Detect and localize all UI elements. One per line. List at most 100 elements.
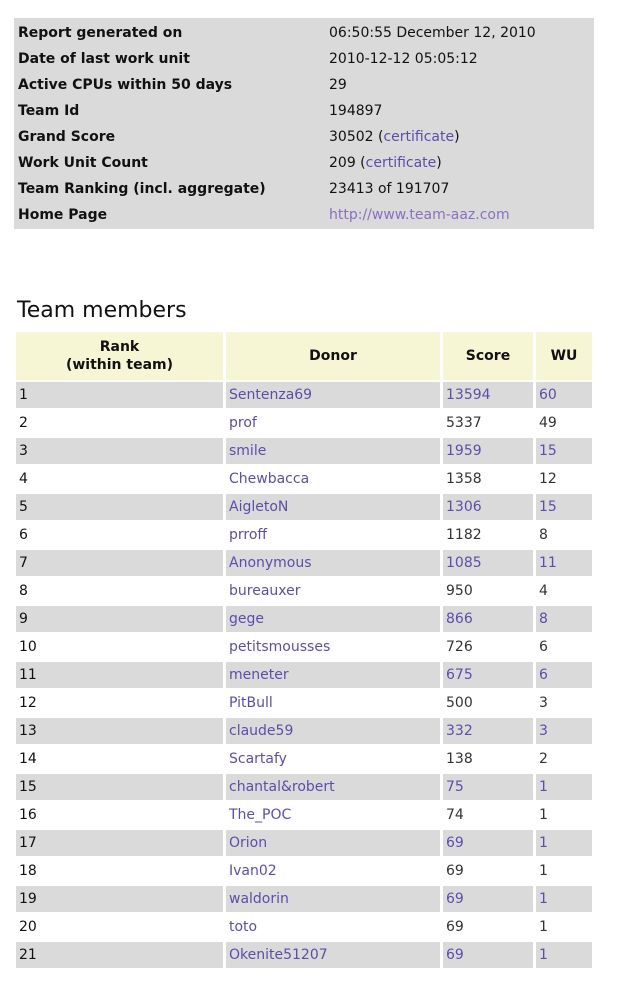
score-cell: 1358 [443, 466, 533, 492]
score-cell: 332 [443, 718, 533, 744]
donor-link[interactable]: prroff [226, 522, 440, 548]
summary-label: Report generated on [18, 25, 183, 41]
score-cell: 69 [443, 858, 533, 884]
donor-link[interactable]: petitsmousses [226, 634, 440, 660]
rank-cell: 9 [16, 606, 223, 632]
table-row: 21 Okenite51207 69 1 [16, 942, 592, 968]
score-cell: 726 [443, 634, 533, 660]
donor-link[interactable]: Okenite51207 [226, 942, 440, 968]
donor-link[interactable]: Chewbacca [226, 466, 440, 492]
header-wu: WU [536, 332, 592, 380]
donor-link[interactable]: The_POC [226, 802, 440, 828]
donor-link[interactable]: PitBull [226, 690, 440, 716]
wu-cell: 8 [536, 522, 592, 548]
score-cell: 69 [443, 914, 533, 940]
donor-link[interactable]: prof [226, 410, 440, 436]
summary-row-last-work-unit: Date of last work unit 2010-12-12 05:05:… [14, 46, 594, 72]
work-unit-certificate-link[interactable]: certificate [366, 155, 437, 171]
score-cell: 675 [443, 662, 533, 688]
table-row: 14 Scartafy 138 2 [16, 746, 592, 772]
score-cell: 1085 [443, 550, 533, 576]
rank-cell: 12 [16, 690, 223, 716]
donor-link[interactable]: toto [226, 914, 440, 940]
donor-link[interactable]: Anonymous [226, 550, 440, 576]
score-cell: 69 [443, 886, 533, 912]
home-page-link[interactable]: http://www.team-aaz.com [329, 207, 510, 223]
wu-cell: 1 [536, 802, 592, 828]
summary-label: Date of last work unit [18, 51, 190, 67]
score-cell: 500 [443, 690, 533, 716]
summary-label: Team Id [18, 103, 80, 119]
table-row: 6 prroff 1182 8 [16, 522, 592, 548]
wu-cell: 1 [536, 774, 592, 800]
wu-cell: 15 [536, 494, 592, 520]
summary-row-report-generated: Report generated on 06:50:55 December 12… [14, 20, 594, 46]
score-cell: 75 [443, 774, 533, 800]
wu-cell: 6 [536, 662, 592, 688]
rank-cell: 13 [16, 718, 223, 744]
wu-cell: 2 [536, 746, 592, 772]
rank-cell: 19 [16, 886, 223, 912]
table-row: 12 PitBull 500 3 [16, 690, 592, 716]
rank-cell: 15 [16, 774, 223, 800]
rank-cell: 14 [16, 746, 223, 772]
donor-link[interactable]: AigletoN [226, 494, 440, 520]
wu-cell: 1 [536, 830, 592, 856]
grand-score-certificate-link[interactable]: certificate [383, 129, 454, 145]
donor-link[interactable]: bureauxer [226, 578, 440, 604]
donor-link[interactable]: claude59 [226, 718, 440, 744]
rank-cell: 7 [16, 550, 223, 576]
summary-label: Work Unit Count [18, 155, 148, 171]
donor-link[interactable]: smile [226, 438, 440, 464]
summary-value: 06:50:55 December 12, 2010 [329, 25, 536, 41]
wu-cell: 4 [536, 578, 592, 604]
donor-link[interactable]: Ivan02 [226, 858, 440, 884]
donor-link[interactable]: chantal&robert [226, 774, 440, 800]
summary-value: 23413 of 191707 [329, 181, 450, 197]
header-rank: Rank (within team) [16, 332, 223, 380]
summary-row-team-id: Team Id 194897 [14, 98, 594, 124]
summary-value: 30502 (certificate) [329, 129, 460, 145]
header-score: Score [443, 332, 533, 380]
donor-link[interactable]: Orion [226, 830, 440, 856]
wu-cell: 3 [536, 718, 592, 744]
table-row: 18 Ivan02 69 1 [16, 858, 592, 884]
table-row: 2 prof 5337 49 [16, 410, 592, 436]
summary-row-home-page: Home Page http://www.team-aaz.com [14, 202, 594, 228]
grand-score-value: 30502 ( [329, 129, 384, 145]
wu-cell: 8 [536, 606, 592, 632]
donor-link[interactable]: meneter [226, 662, 440, 688]
paren-close: ) [454, 129, 460, 145]
wu-cell: 49 [536, 410, 592, 436]
rank-cell: 10 [16, 634, 223, 660]
summary-row-work-unit-count: Work Unit Count 209 (certificate) [14, 150, 594, 176]
summary-value: 2010-12-12 05:05:12 [329, 51, 478, 67]
summary-value: 194897 [329, 103, 383, 119]
wu-cell: 1 [536, 858, 592, 884]
table-row: 16 The_POC 74 1 [16, 802, 592, 828]
rank-cell: 8 [16, 578, 223, 604]
table-row: 10 petitsmousses 726 6 [16, 634, 592, 660]
table-row: 7 Anonymous 1085 11 [16, 550, 592, 576]
table-row: 19 waldorin 69 1 [16, 886, 592, 912]
rank-cell: 20 [16, 914, 223, 940]
rank-cell: 17 [16, 830, 223, 856]
table-row: 4 Chewbacca 1358 12 [16, 466, 592, 492]
paren-close: ) [436, 155, 442, 171]
score-cell: 866 [443, 606, 533, 632]
donor-link[interactable]: waldorin [226, 886, 440, 912]
score-cell: 69 [443, 830, 533, 856]
rank-cell: 5 [16, 494, 223, 520]
table-header-row: Rank (within team) Donor Score WU [16, 332, 592, 380]
team-members-heading: Team members [17, 298, 187, 323]
table-row: 9 gege 866 8 [16, 606, 592, 632]
table-row: 1 Sentenza69 13594 60 [16, 382, 592, 408]
summary-value: 29 [329, 77, 347, 93]
summary-value: 209 (certificate) [329, 155, 442, 171]
summary-label: Team Ranking (incl. aggregate) [18, 181, 266, 197]
donor-link[interactable]: Scartafy [226, 746, 440, 772]
wu-cell: 60 [536, 382, 592, 408]
donor-link[interactable]: gege [226, 606, 440, 632]
summary-row-team-ranking: Team Ranking (incl. aggregate) 23413 of … [14, 176, 594, 202]
donor-link[interactable]: Sentenza69 [226, 382, 440, 408]
